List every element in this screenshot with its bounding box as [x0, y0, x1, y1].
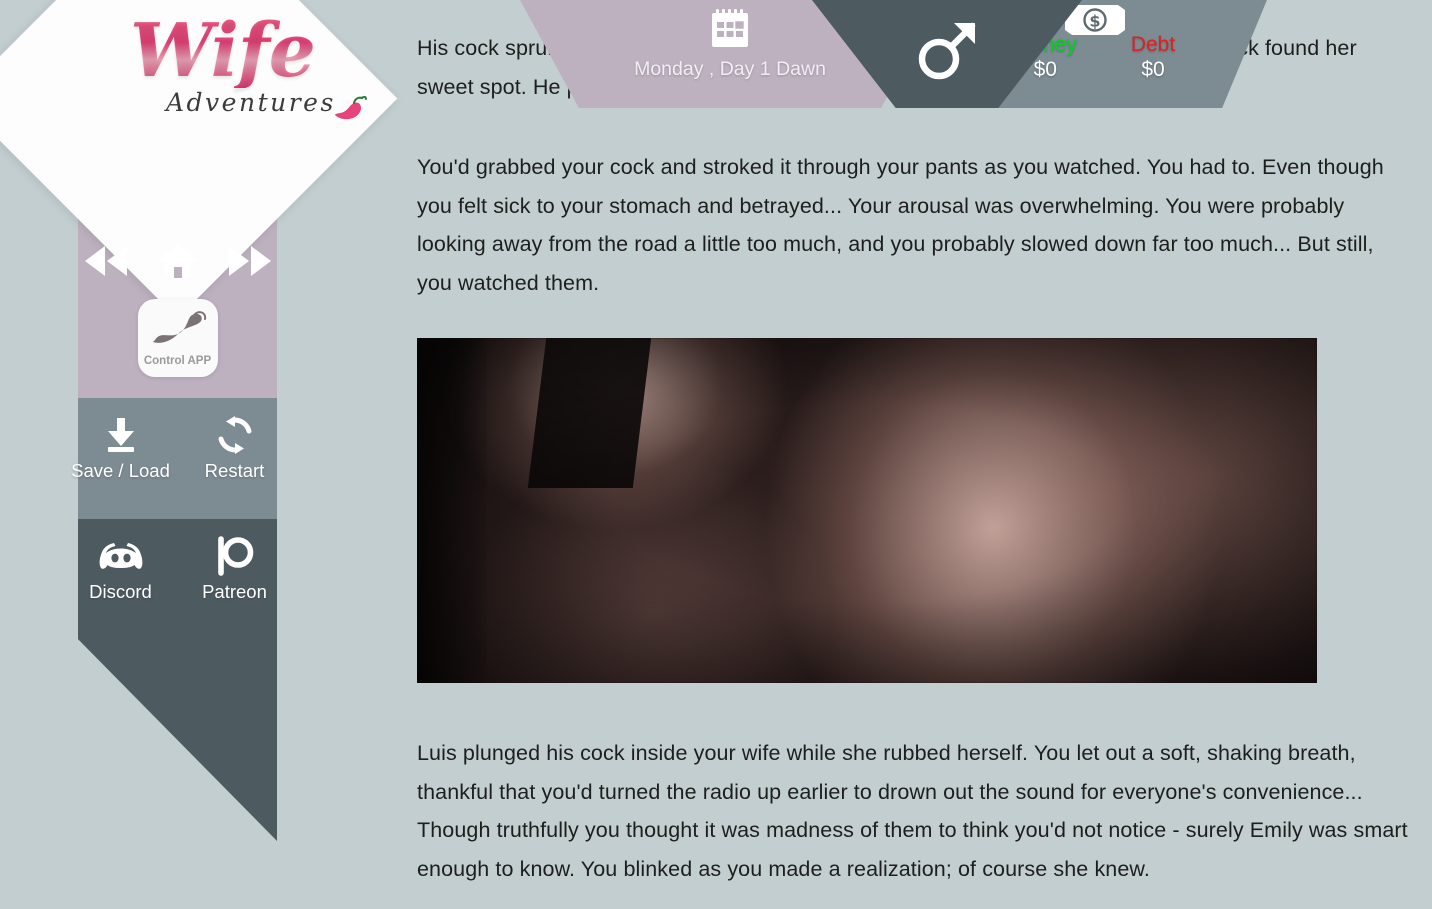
- discord-label: Discord: [89, 581, 152, 602]
- male-symbol-icon: [912, 14, 982, 89]
- restart-label: Restart: [204, 460, 265, 481]
- money-value: $0: [1033, 58, 1057, 82]
- patreon-icon: [215, 534, 255, 578]
- sidebar-nav-row: [78, 238, 277, 288]
- save-load-button[interactable]: Save / Load: [71, 413, 170, 482]
- refresh-icon: [215, 413, 255, 457]
- sidebar-social-grid: Discord Patreon: [78, 534, 277, 603]
- rewind-icon: [83, 244, 129, 283]
- patreon-link[interactable]: Patreon: [193, 534, 277, 603]
- discord-link[interactable]: Discord: [79, 534, 163, 603]
- discord-icon: [98, 534, 144, 578]
- sidebar-tools-grid: Save / Load Restart: [71, 413, 277, 482]
- debt-cell: Debt $0: [1130, 33, 1176, 82]
- restart-button[interactable]: Restart: [193, 413, 277, 482]
- story-paragraph-2: You'd grabbed your cock and stroked it t…: [417, 155, 1384, 295]
- debt-value: $0: [1141, 58, 1165, 82]
- svg-text:$: $: [1089, 12, 1100, 31]
- story-paragraph-3: Luis plunged his cock inside your wife w…: [417, 741, 1408, 881]
- calendar-icon: [708, 8, 752, 55]
- fast-forward-icon: [227, 244, 273, 283]
- scene-image: [417, 338, 1317, 683]
- download-icon: [101, 413, 141, 457]
- scene-image-vignette: [417, 338, 1317, 683]
- home-button[interactable]: [153, 238, 203, 288]
- save-load-label: Save / Load: [71, 460, 170, 481]
- debt-label: Debt: [1130, 33, 1176, 56]
- vibrator-device-icon: [147, 310, 209, 357]
- rewind-button[interactable]: [81, 238, 131, 288]
- sidebar: Wife Adventures: [0, 0, 398, 841]
- control-app-button[interactable]: Control APP: [137, 299, 218, 377]
- control-app-label: Control APP: [143, 354, 212, 367]
- game-stage: His cock sprung ick cock against her wet…: [0, 0, 1432, 909]
- home-icon: [157, 242, 199, 285]
- patreon-label: Patreon: [202, 581, 267, 602]
- hud-date-label: Monday , Day 1 Dawn: [634, 58, 826, 80]
- fast-forward-button[interactable]: [225, 238, 275, 288]
